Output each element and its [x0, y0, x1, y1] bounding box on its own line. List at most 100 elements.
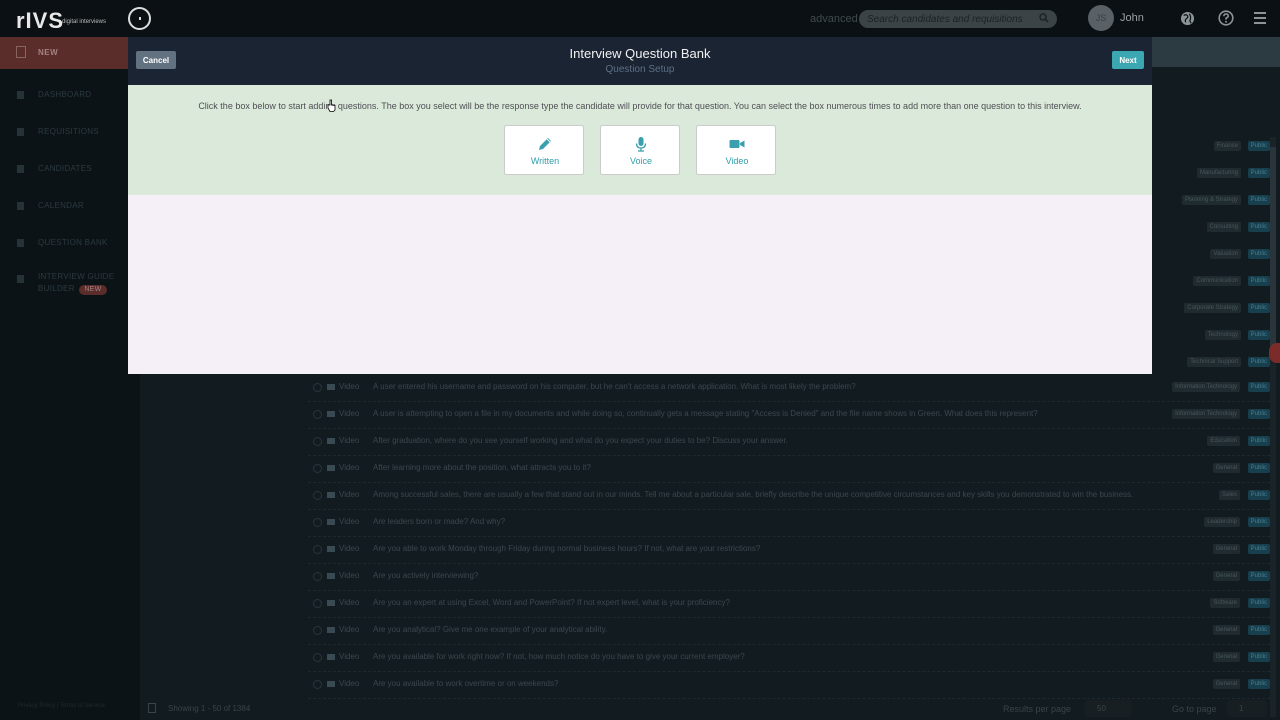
- category-tag: General: [1212, 625, 1240, 635]
- table-row[interactable]: Video After graduation, where do you see …: [308, 429, 1270, 456]
- tag-row: Technology Public: [1140, 330, 1270, 342]
- search-input[interactable]: [867, 12, 1037, 26]
- row-checkbox[interactable]: [313, 437, 322, 446]
- video-camera-icon: [327, 411, 335, 417]
- public-tag: Public: [1247, 249, 1270, 259]
- video-camera-icon: [729, 140, 745, 148]
- category-tag: Consulting: [1206, 222, 1241, 232]
- sidebar-item-label-line1: INTERVIEW GUIDE: [38, 272, 115, 281]
- response-type-label: Voice: [629, 156, 653, 166]
- video-response-button[interactable]: Video: [696, 125, 776, 175]
- table-row[interactable]: Video Are you actively interviewing? Gener…: [308, 564, 1270, 591]
- sidebar-item-candidates[interactable]: CANDIDATES: [0, 161, 140, 181]
- table-row[interactable]: Video Are you available to work overtime …: [308, 672, 1270, 699]
- copy-icon[interactable]: [148, 703, 156, 713]
- row-checkbox[interactable]: [313, 410, 322, 419]
- row-checkbox[interactable]: [313, 626, 322, 635]
- table-row[interactable]: Video Among successful sales, there are u…: [308, 483, 1270, 510]
- table-row[interactable]: Video Are you available for work right no…: [308, 645, 1270, 672]
- logo[interactable]: rIVS: [16, 8, 64, 34]
- public-tag: Public: [1247, 141, 1270, 151]
- scrollbar-thumb[interactable]: [1270, 147, 1276, 347]
- table-row[interactable]: Video Are you able to work Monday through…: [308, 537, 1270, 564]
- tag-row: Corporate Strategy Public: [1140, 303, 1270, 315]
- public-tag: Public: [1247, 571, 1270, 581]
- clock-icon[interactable]: [128, 7, 151, 30]
- advanced-search-link[interactable]: advanced: [810, 13, 858, 25]
- search-icon[interactable]: [1039, 13, 1049, 23]
- sidebar-item-label: CANDIDATES: [38, 164, 92, 173]
- question-text: After learning more about the position, …: [373, 463, 591, 472]
- tag-row: Manufacturing Public: [1140, 168, 1270, 180]
- sidebar-item-label: QUESTION BANK: [38, 238, 108, 247]
- row-checkbox[interactable]: [313, 599, 322, 608]
- footer-links[interactable]: Privacy Policy | Terms of Service: [18, 703, 105, 709]
- question-type: Video: [339, 652, 360, 661]
- guide-icon: [17, 275, 24, 283]
- public-tag: Public: [1247, 679, 1270, 689]
- video-camera-icon: [327, 600, 335, 606]
- question-text: Are you able to work Monday through Frid…: [373, 544, 761, 553]
- public-tag: Public: [1247, 463, 1270, 473]
- new-button[interactable]: NEW: [0, 37, 140, 69]
- row-checkbox[interactable]: [313, 464, 322, 473]
- logo-subtitle: digital interviews: [62, 19, 107, 25]
- sidebar-item-label-line2: BUILDER: [38, 284, 75, 293]
- table-row[interactable]: Video A user is attempting to open a file…: [308, 402, 1270, 429]
- goto-page-select[interactable]: 1: [1227, 700, 1267, 717]
- new-badge: NEW: [79, 285, 107, 295]
- public-tag: Public: [1247, 409, 1270, 419]
- sidebar-item-calendar[interactable]: CALENDAR: [0, 198, 140, 218]
- tag-row: Technical Support Public: [1140, 357, 1270, 369]
- sidebar-item-dashboard[interactable]: DASHBOARD: [0, 87, 140, 107]
- category-tag: General: [1212, 679, 1240, 689]
- results-per-page-select[interactable]: 50: [1085, 700, 1131, 717]
- video-camera-icon: [327, 519, 335, 525]
- modal-title: Interview Question Bank: [569, 46, 711, 61]
- question-type: Video: [339, 571, 360, 580]
- instructions-panel: Click the box below to start adding ques…: [128, 85, 1152, 195]
- sidebar-item-requisitions[interactable]: REQUISITIONS: [0, 124, 140, 144]
- response-type-label: Video: [725, 156, 749, 166]
- menu-icon[interactable]: [1254, 11, 1266, 25]
- video-camera-icon: [327, 654, 335, 660]
- list-scrollbar[interactable]: [1270, 137, 1276, 717]
- video-camera-icon: [327, 681, 335, 687]
- sidebar: NEW DASHBOARD REQUISITIONS CANDIDATES CA…: [0, 37, 140, 720]
- video-camera-icon: [327, 438, 335, 444]
- row-checkbox[interactable]: [313, 545, 322, 554]
- table-row[interactable]: Video After learning more about the posit…: [308, 456, 1270, 483]
- sidebar-item-question-bank[interactable]: QUESTION BANK: [0, 235, 140, 255]
- row-checkbox[interactable]: [313, 518, 322, 527]
- question-text: Are you available to work overtime or on…: [373, 679, 559, 688]
- feedback-tab[interactable]: [1269, 343, 1280, 363]
- top-bar: rIVS digital interviews advanced JS John: [0, 0, 1280, 37]
- video-camera-icon: [327, 465, 335, 471]
- avatar[interactable]: JS: [1088, 5, 1114, 31]
- voice-response-button[interactable]: Voice: [600, 125, 680, 175]
- table-row[interactable]: Video A user entered his username and pas…: [308, 375, 1270, 402]
- sidebar-item-interview-guide-builder[interactable]: INTERVIEW GUIDE BUILDER NEW: [0, 271, 140, 297]
- row-checkbox[interactable]: [313, 491, 322, 500]
- public-tag: Public: [1247, 544, 1270, 554]
- row-checkbox[interactable]: [313, 653, 322, 662]
- help-icon[interactable]: [1218, 10, 1234, 26]
- sidebar-item-label: REQUISITIONS: [38, 127, 99, 136]
- row-checkbox[interactable]: [313, 572, 322, 581]
- next-button[interactable]: Next: [1112, 51, 1144, 69]
- video-camera-icon: [327, 546, 335, 552]
- user-name[interactable]: John: [1120, 12, 1144, 24]
- table-row[interactable]: Video Are leaders born or made? And why? L…: [308, 510, 1270, 537]
- question-type: Video: [339, 490, 360, 499]
- search-bar: [859, 10, 1057, 28]
- tag-row: Communication Public: [1140, 276, 1270, 288]
- table-row[interactable]: Video Are you analytical? Give me one exa…: [308, 618, 1270, 645]
- row-checkbox[interactable]: [313, 383, 322, 392]
- written-response-button[interactable]: Written: [504, 125, 584, 175]
- response-type-label: Written: [530, 156, 560, 166]
- table-row[interactable]: Video Are you an expert at using Excel, W…: [308, 591, 1270, 618]
- row-checkbox[interactable]: [313, 680, 322, 689]
- question-text: Are you an expert at using Excel, Word a…: [373, 598, 730, 607]
- globe-icon[interactable]: [1180, 11, 1195, 26]
- list-icon: [17, 239, 24, 247]
